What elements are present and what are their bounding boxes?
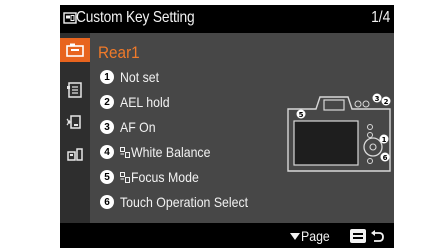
menu-item-not-set[interactable]: 1 Not set (100, 67, 164, 87)
camera-tab-icon (66, 43, 84, 57)
menu-item-white-balance[interactable]: 4 White Balance (100, 142, 221, 162)
menu-item-touch-operation-select[interactable]: 6 Touch Operation Select (100, 192, 266, 212)
camera-back-diagram: 2 3 5 1 6 (287, 93, 391, 172)
tab-network[interactable] (60, 110, 90, 134)
control-wheel (363, 137, 383, 157)
menu-item-label: Touch Operation Select (120, 194, 249, 210)
callout-5: 5 (296, 109, 306, 119)
menu-item-label: AF On (120, 119, 156, 135)
tab-playback[interactable] (60, 78, 90, 102)
camera-button (367, 124, 373, 130)
menu-item-focus-mode[interactable]: 5 Focus Mode (100, 167, 208, 187)
item-number-badge: 1 (100, 70, 114, 84)
menu-item-label: White Balance (131, 144, 211, 160)
menu-return-icon[interactable] (348, 227, 388, 245)
function-icon (120, 146, 130, 158)
network-tab-icon (66, 115, 81, 129)
camera-menu-screen: Custom Key Setting 1/4 Rear1 1 Not set 2… (60, 5, 394, 248)
center-button (369, 143, 377, 151)
svg-text:5: 5 (299, 111, 304, 119)
camera-button (367, 158, 373, 164)
menu-item-label: Focus Mode (131, 169, 199, 185)
camera-button (354, 100, 362, 108)
callout-1: 1 (379, 134, 389, 144)
svg-text:6: 6 (383, 154, 388, 162)
camera-button (367, 132, 373, 138)
page-hint[interactable]: Page (289, 227, 334, 245)
footer-bar: Page (60, 223, 394, 248)
menu-item-ael-hold[interactable]: 2 AEL hold (100, 92, 176, 112)
page-title: Custom Key Setting (76, 9, 195, 26)
setup-tab-icon (67, 148, 83, 161)
callout-6: 6 (380, 152, 390, 162)
title-bar: Custom Key Setting 1/4 (60, 5, 394, 33)
lcd-screen-outline (293, 120, 359, 166)
section-title: Rear1 (98, 43, 140, 62)
triangle-down-icon (290, 233, 300, 240)
menu-sidebar (60, 33, 90, 223)
item-number-badge: 3 (100, 120, 114, 134)
camera-button (362, 100, 370, 108)
callout-3: 3 (372, 93, 382, 103)
menu-item-label: Not set (120, 69, 160, 85)
tab-setup[interactable] (60, 143, 90, 167)
callout-2: 2 (381, 96, 391, 106)
menu-item-af-on[interactable]: 3 AF On (100, 117, 160, 137)
item-number-badge: 6 (100, 195, 114, 209)
svg-text:2: 2 (384, 98, 389, 106)
menu-content-panel: Rear1 1 Not set 2 AEL hold 3 AF On 4 Whi… (90, 33, 394, 223)
playback-tab-icon (67, 82, 82, 98)
viewfinder-outline (323, 99, 345, 111)
function-icon (120, 171, 130, 183)
item-number-badge: 2 (100, 95, 114, 109)
page-hint-label: Page (301, 228, 330, 244)
page-indicator: 1/4 (370, 9, 390, 26)
item-number-badge: 4 (100, 145, 114, 159)
svg-text:3: 3 (375, 95, 380, 103)
item-number-badge: 5 (100, 170, 114, 184)
tab-camera-settings[interactable] (60, 38, 90, 62)
svg-text:1: 1 (382, 136, 387, 144)
menu-item-label: AEL hold (120, 94, 170, 110)
